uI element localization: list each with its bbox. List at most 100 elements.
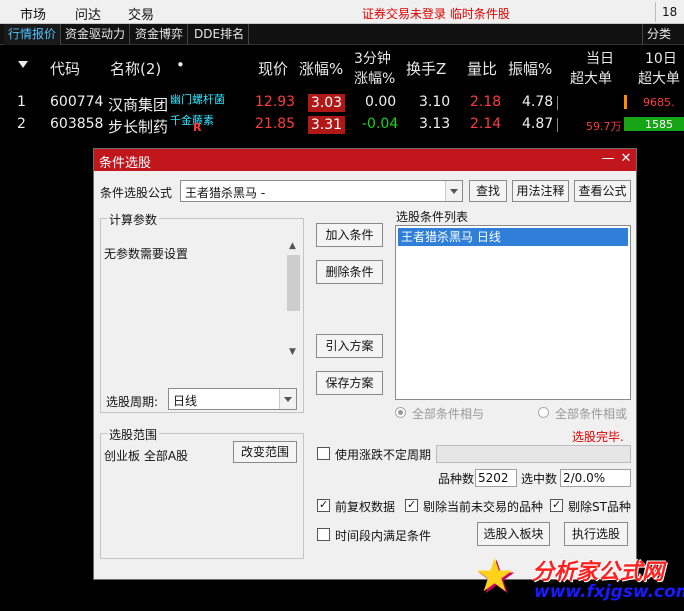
row-code: 603858 xyxy=(50,116,104,132)
change-range-button[interactable]: 改变范围 xyxy=(233,441,297,463)
table-header: 代码 名称(2) • 现价 涨幅% 3分钟 涨幅% 换手Z 量比 振幅% 当日 … xyxy=(0,45,684,91)
menu-trade[interactable]: 交易 xyxy=(128,4,154,23)
tab-capital-game[interactable]: 资金博弈 xyxy=(131,24,189,45)
row-index: 1 xyxy=(17,94,26,110)
watermark-url: www.fxjgsw.com xyxy=(534,582,684,602)
selected-value: 2/0.0% xyxy=(560,469,631,487)
row-volratio: 2.18 xyxy=(470,94,502,110)
col-big-line2[interactable]: 超大单 xyxy=(570,68,612,88)
row-index: 2 xyxy=(17,116,26,132)
col-3min-line1[interactable]: 3分钟 xyxy=(354,48,391,68)
chevron-down-icon[interactable] xyxy=(445,181,462,201)
params-group: 计算参数 无参数需要设置 ▲ ▼ 选股周期: 日线 xyxy=(100,211,304,413)
row-code: 600774 xyxy=(50,94,104,110)
row-big-bar xyxy=(557,96,558,110)
time-range-label: 时间段内满足条件 xyxy=(335,529,432,543)
row-r-tag: R xyxy=(193,121,202,134)
login-status: 证券交易未登录 临时条件股 xyxy=(362,7,510,21)
formula-label: 条件选股公式 xyxy=(100,186,173,200)
execute-select-button[interactable]: 执行选股 xyxy=(564,522,628,546)
menu-bar: 市场 问达 交易 证券交易未登录 临时条件股 18 xyxy=(0,0,684,24)
params-group-title: 计算参数 xyxy=(107,211,160,228)
close-icon[interactable]: ✕ xyxy=(618,151,634,167)
to-block-button[interactable]: 选股入板块 xyxy=(477,522,550,546)
row-turnover: 3.10 xyxy=(419,94,451,110)
scroll-up-icon[interactable]: ▲ xyxy=(289,241,296,251)
formula-select[interactable]: 王者猎杀黑马 - xyxy=(180,180,463,202)
tab-bar: 行情报价 资金驱动力 资金博弈 DDE排名 分类过 xyxy=(0,24,684,61)
row-3min: 0.00 xyxy=(365,94,397,110)
row-10day: 1585 xyxy=(645,118,673,131)
col-volratio[interactable]: 量比 xyxy=(467,58,497,79)
col-amplitude[interactable]: 振幅% xyxy=(508,58,552,79)
remove-st-checkbox[interactable] xyxy=(550,498,563,512)
remove-untraded-label: 剔除当前未交易的品种 xyxy=(423,500,544,514)
col-code[interactable]: 代码 xyxy=(50,58,80,79)
time-range-checkbox[interactable] xyxy=(317,528,330,541)
uncertain-period-label: 使用涨跌不定周期 xyxy=(335,448,432,462)
menu-wenda[interactable]: 问达 xyxy=(75,4,101,23)
fq-data-checkbox[interactable] xyxy=(317,498,330,512)
col-big-line1[interactable]: 当日 xyxy=(586,48,614,68)
range-group-title: 选股范围 xyxy=(107,426,160,443)
table-row[interactable]: 1 600774 汉商集团 幽门螺杆菌 12.93 3.03 0.00 3.10… xyxy=(0,92,684,114)
radio-all-or[interactable] xyxy=(538,407,549,418)
list-item[interactable]: 王者猎杀黑马 日线 xyxy=(398,228,628,246)
col-3min-line2[interactable]: 涨幅% xyxy=(354,68,395,88)
count-value: 5202 xyxy=(475,469,517,487)
tab-capital-drive[interactable]: 资金驱动力 xyxy=(61,24,131,45)
range-group: 选股范围 创业板 全部A股 改变范围 xyxy=(100,426,304,559)
radio-all-or-label: 全部条件相或 xyxy=(555,407,628,421)
chevron-down-icon[interactable] xyxy=(279,389,296,409)
sort-arrow-icon[interactable] xyxy=(18,61,28,68)
scroll-thumb[interactable] xyxy=(287,255,300,311)
period-value: 日线 xyxy=(173,394,198,408)
progress-bar xyxy=(436,445,631,463)
star-logo-icon: ★ xyxy=(474,548,516,602)
col-10day-line2[interactable]: 超大单 xyxy=(638,68,680,88)
menu-divider xyxy=(655,2,656,22)
col-10day-line1[interactable]: 10日 xyxy=(645,48,677,68)
row-price: 21.85 xyxy=(255,116,296,132)
minimize-icon[interactable]: — xyxy=(600,151,616,167)
row-amplitude: 4.87 xyxy=(522,116,554,132)
col-change[interactable]: 涨幅% xyxy=(299,58,343,79)
import-scheme-button[interactable]: 引入方案 xyxy=(316,334,383,358)
row-name: 汉商集团 xyxy=(108,96,169,114)
dialog-title-bar[interactable]: 条件选股 — ✕ xyxy=(94,149,636,171)
row-turnover: 3.13 xyxy=(419,116,451,132)
find-button[interactable]: 查找 xyxy=(469,180,507,202)
uncertain-period-checkbox[interactable] xyxy=(317,447,330,460)
usage-notes-button[interactable]: 用法注释 xyxy=(512,180,569,202)
save-scheme-button[interactable]: 保存方案 xyxy=(316,371,383,395)
watermark-logo: ★ 分析家公式网 www.fxjgsw.com xyxy=(470,548,684,611)
selected-label: 选中数 xyxy=(521,472,558,486)
period-select[interactable]: 日线 xyxy=(168,388,297,410)
remove-st-label: 剔除ST品种 xyxy=(568,500,631,514)
view-formula-button[interactable]: 查看公式 xyxy=(574,180,631,202)
done-status: 选股完毕. xyxy=(572,430,624,444)
col-turnover[interactable]: 换手Z xyxy=(406,58,446,79)
tab-category[interactable]: 分类过 xyxy=(642,24,684,61)
params-scrollbar[interactable]: ▲ ▼ xyxy=(286,237,301,361)
tab-dde-ranking[interactable]: DDE排名 xyxy=(190,24,250,45)
params-text: 无参数需要设置 xyxy=(104,247,189,261)
period-label: 选股周期: xyxy=(106,395,159,409)
menu-corner-text: 18 xyxy=(662,5,678,19)
col-price[interactable]: 现价 xyxy=(258,58,288,79)
col-name[interactable]: 名称(2) xyxy=(110,58,161,79)
add-condition-button[interactable]: 加入条件 xyxy=(316,223,383,247)
row-change: 3.03 xyxy=(308,94,345,112)
row-10day-bar xyxy=(624,95,627,109)
tab-quotes[interactable]: 行情报价 xyxy=(4,24,62,45)
dialog-title: 条件选股 xyxy=(99,156,152,171)
condition-list[interactable]: 王者猎杀黑马 日线 xyxy=(395,225,631,400)
table-row[interactable]: 2 603858 步长制药 千金藤素 R 21.85 3.31 -0.04 3.… xyxy=(0,114,684,136)
menu-market[interactable]: 市场 xyxy=(20,4,46,23)
row-amplitude: 4.78 xyxy=(522,94,554,110)
delete-condition-button[interactable]: 删除条件 xyxy=(316,260,383,284)
scroll-down-icon[interactable]: ▼ xyxy=(289,347,296,357)
formula-value: 王者猎杀黑马 - xyxy=(185,186,266,200)
radio-all-and[interactable] xyxy=(395,407,406,418)
remove-untraded-checkbox[interactable] xyxy=(405,498,418,512)
